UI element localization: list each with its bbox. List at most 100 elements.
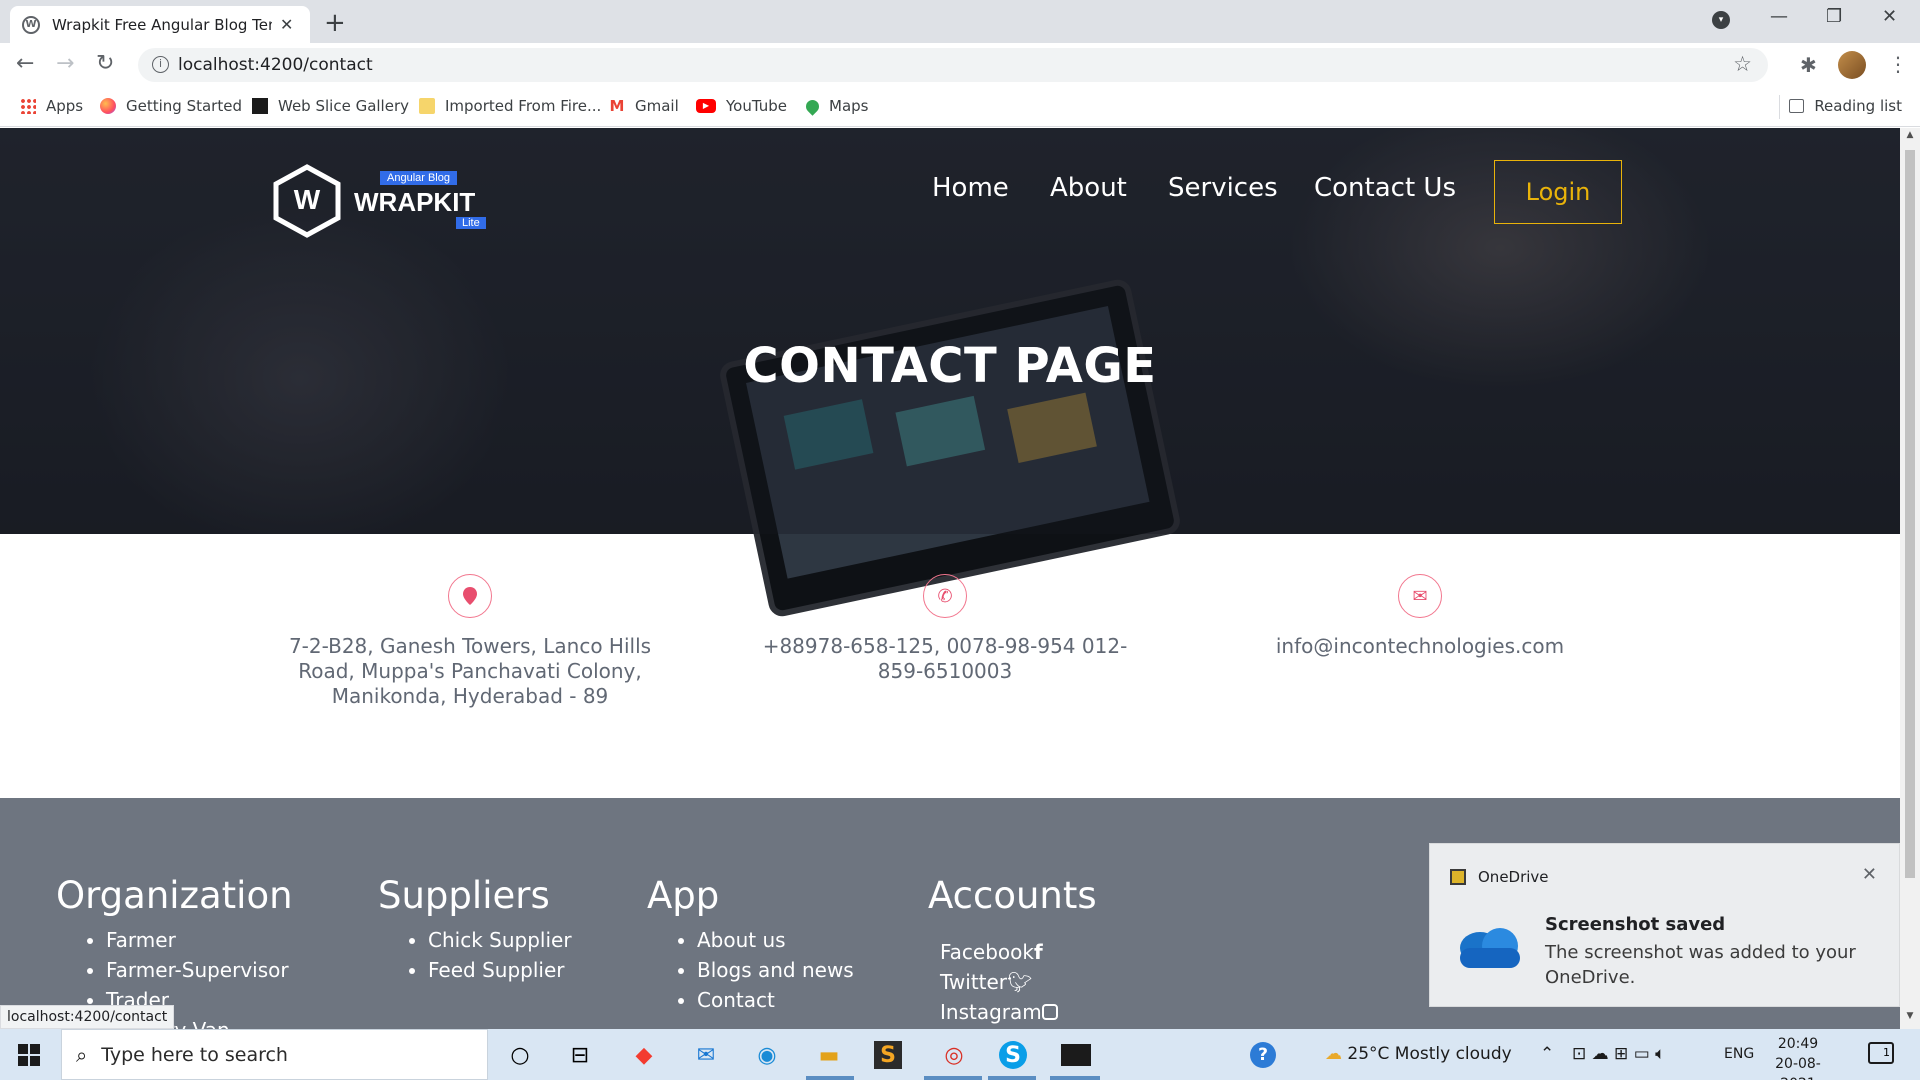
footer-app: App About us Blogs and news Contact — [647, 874, 854, 1015]
nav-about[interactable]: About — [1050, 173, 1127, 203]
phone-icon: ✆ — [923, 574, 967, 618]
scroll-down-icon[interactable]: ▼ — [1900, 1011, 1920, 1027]
notification-center-icon[interactable]: 1 — [1868, 1042, 1894, 1064]
sublime-text-icon[interactable]: S — [874, 1041, 902, 1069]
site-info-icon[interactable]: i — [152, 56, 169, 73]
footer-link[interactable]: About us — [697, 925, 854, 955]
logo-tag: Angular Blog — [380, 171, 457, 185]
back-icon[interactable]: ← — [16, 51, 34, 76]
page-scrollbar[interactable]: ▲ ▼ — [1900, 128, 1920, 1029]
instagram-label: Instagram — [940, 1000, 1042, 1024]
facebook-link[interactable]: Facebookf — [940, 937, 1097, 967]
maps-pin-icon — [803, 96, 822, 116]
twitter-link[interactable]: Twitter🐦︎ — [940, 967, 1097, 997]
restore-icon[interactable]: ❐ — [1826, 6, 1842, 27]
app-diamond-icon[interactable]: ◆ — [627, 1038, 661, 1072]
map-pin-icon — [448, 574, 492, 618]
folder-icon — [419, 98, 435, 114]
footer-heading: Accounts — [928, 874, 1097, 917]
logo-edition: Lite — [456, 217, 486, 229]
edge-icon[interactable]: ◉ — [750, 1038, 784, 1072]
footer-link[interactable]: Farmer — [106, 925, 293, 955]
bookmark-label: Apps — [46, 97, 84, 115]
nav-contact-us[interactable]: Contact Us — [1314, 173, 1456, 203]
bookmark-youtube[interactable]: ▶ YouTube — [696, 97, 787, 115]
weather-text: 25°C Mostly cloudy — [1347, 1044, 1512, 1064]
partly-cloudy-icon: ☁︎ — [1325, 1044, 1342, 1064]
forward-icon[interactable]: → — [56, 51, 74, 76]
weather-widget[interactable]: ☁︎ 25°C Mostly cloudy — [1325, 1044, 1512, 1064]
cortana-icon[interactable]: ○ — [503, 1038, 537, 1072]
logo-letter: W — [293, 184, 321, 215]
tray-icons[interactable]: ⊡ ☁ ⊞ ▭ 🔈︎ — [1572, 1044, 1665, 1064]
gmail-icon: M — [609, 97, 625, 115]
tab-search-icon[interactable]: ▾ — [1712, 11, 1730, 29]
logo-name: WRAPKIT — [354, 187, 476, 217]
envelope-icon: ✉ — [1398, 574, 1442, 618]
toast-close-icon[interactable]: ✕ — [1862, 864, 1877, 885]
close-tab-icon[interactable]: ✕ — [280, 15, 293, 34]
apps-grid-icon — [20, 98, 36, 114]
bookmarks-divider — [1779, 95, 1780, 119]
contact-address: 7-2-B28, Ganesh Towers, Lanco Hills Road… — [280, 574, 660, 709]
browser-tab[interactable]: W Wrapkit Free Angular Blog Templ ✕ — [10, 6, 310, 43]
wrapkit-logo[interactable]: W Angular Blog WRAPKIT Lite — [272, 164, 486, 238]
scroll-up-icon[interactable]: ▲ — [1900, 130, 1920, 146]
show-hidden-icons-chevron-icon[interactable]: ⌃ — [1540, 1044, 1554, 1064]
terminal-icon[interactable] — [1061, 1044, 1091, 1066]
nav-services[interactable]: Services — [1168, 173, 1278, 203]
login-button[interactable]: Login — [1494, 160, 1622, 224]
profile-avatar[interactable] — [1838, 51, 1866, 79]
mail-icon[interactable]: ✉ — [689, 1038, 723, 1072]
new-tab-button[interactable]: + — [324, 8, 346, 38]
bookmark-label: Imported From Fire... — [445, 97, 602, 115]
language-indicator[interactable]: ENG — [1724, 1046, 1754, 1062]
kebab-menu-icon[interactable]: ⋮ — [1888, 52, 1908, 76]
bookmark-imported-from-firefox[interactable]: Imported From Fire... — [419, 97, 601, 115]
windows-taskbar: ⌕ Type here to search ○ ⊟ ◆ ✉ ◉ ▬ S ◎ S … — [0, 1029, 1920, 1080]
bookmark-maps[interactable]: Maps — [803, 96, 868, 116]
footer-link[interactable]: Feed Supplier — [428, 955, 572, 985]
task-view-icon[interactable]: ⊟ — [563, 1038, 597, 1072]
onedrive-app-icon — [1450, 869, 1466, 885]
windows-start-icon[interactable] — [18, 1044, 40, 1066]
bookmark-web-slice-gallery[interactable]: Web Slice Gallery — [252, 97, 409, 115]
bookmark-apps[interactable]: Apps — [20, 97, 83, 115]
nav-home[interactable]: Home — [932, 173, 1009, 203]
phone-text: +88978-658-125, 0078-98-954 012-859-6510… — [762, 634, 1128, 683]
file-explorer-icon[interactable]: ▬ — [812, 1038, 846, 1072]
bookmark-star-icon[interactable]: ☆ — [1733, 52, 1752, 76]
toast-app-header: OneDrive — [1450, 868, 1549, 886]
reload-icon[interactable]: ↻ — [96, 51, 114, 76]
active-app-indicator — [1050, 1076, 1100, 1080]
bookmark-getting-started[interactable]: Getting Started — [100, 97, 242, 115]
wrapkit-favicon-icon: W — [22, 15, 40, 34]
chrome-icon[interactable]: ◎ — [937, 1038, 971, 1072]
address-url[interactable]: localhost:4200/contact — [178, 55, 373, 75]
footer-link[interactable]: Blogs and news — [697, 955, 854, 985]
footer-link[interactable]: Farmer-Supervisor — [106, 955, 293, 985]
onedrive-notification[interactable]: OneDrive ✕ Screenshot saved The screensh… — [1429, 843, 1900, 1007]
bookmarks-bar: Apps Getting Started Web Slice Gallery I… — [0, 87, 1920, 127]
active-app-indicator — [806, 1076, 854, 1080]
instagram-link[interactable]: Instagram — [940, 997, 1097, 1027]
skype-icon[interactable]: S — [999, 1041, 1027, 1069]
address-bar[interactable]: i localhost:4200/contact ☆ — [138, 48, 1768, 82]
footer-link[interactable]: Chick Supplier — [428, 925, 572, 955]
onedrive-cloud-icon — [1460, 928, 1520, 968]
extensions-puzzle-icon[interactable]: ✱ — [1800, 53, 1817, 77]
reading-list-icon — [1789, 99, 1805, 113]
scrollbar-thumb[interactable] — [1905, 150, 1915, 878]
contact-phone: ✆ +88978-658-125, 0078-98-954 012-859-65… — [755, 574, 1135, 684]
minimize-icon[interactable]: — — [1770, 6, 1788, 27]
email-text[interactable]: info@incontechnologies.com — [1230, 634, 1610, 659]
close-window-icon[interactable]: ✕ — [1882, 6, 1897, 27]
system-clock[interactable]: 20:49 20-08-2021 — [1758, 1034, 1838, 1080]
help-icon[interactable]: ? — [1250, 1042, 1276, 1068]
taskbar-search-box[interactable]: ⌕ Type here to search — [61, 1029, 488, 1080]
footer-link[interactable]: Contact — [697, 985, 854, 1015]
instagram-icon — [1041, 1004, 1058, 1020]
bookmark-gmail[interactable]: M Gmail — [609, 97, 679, 115]
reading-list-button[interactable]: Reading list — [1789, 97, 1902, 115]
twitter-label: Twitter — [940, 970, 1008, 994]
